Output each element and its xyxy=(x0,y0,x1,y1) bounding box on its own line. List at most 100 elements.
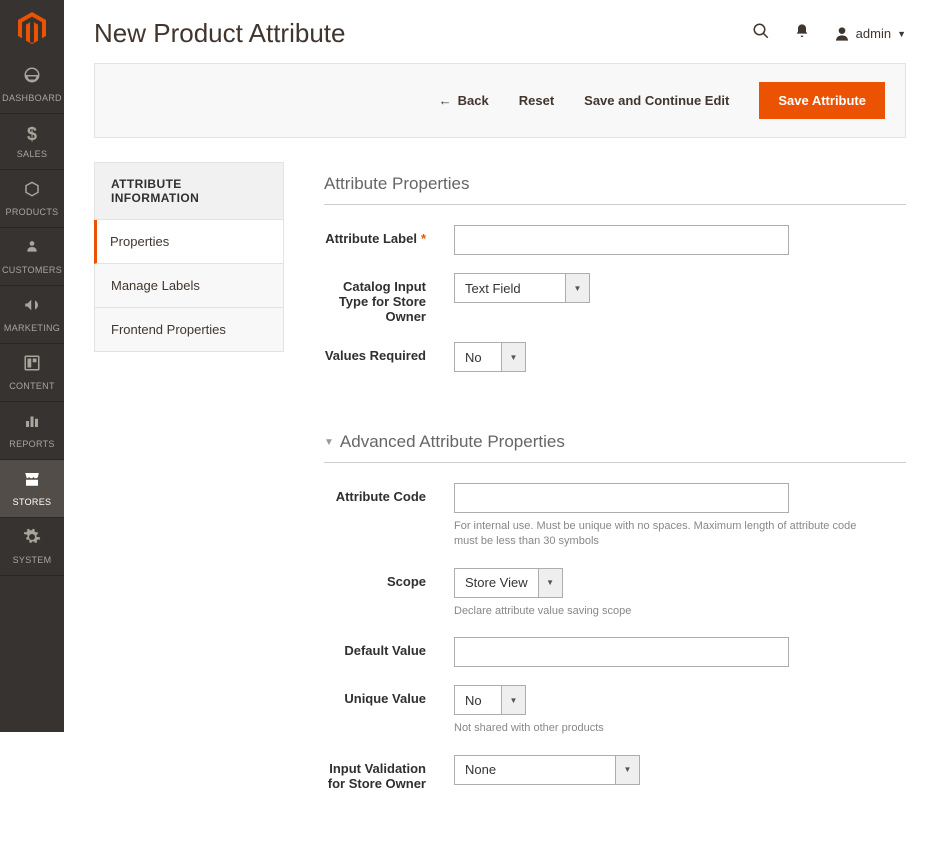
unique-value-select[interactable]: No ▼ xyxy=(454,685,526,715)
search-icon[interactable] xyxy=(752,22,770,45)
field-values-required: Values Required No ▼ xyxy=(324,342,906,372)
tab-manage-labels[interactable]: Manage Labels xyxy=(94,264,284,308)
attribute-label-input[interactable] xyxy=(454,225,789,255)
admin-sidebar: DASHBOARD $ SALES PRODUCTS CUSTOMERS MAR… xyxy=(0,0,64,732)
field-attribute-label: Attribute Label* xyxy=(324,225,906,255)
nav-sales[interactable]: $ SALES xyxy=(0,114,64,170)
arrow-left-icon: ← xyxy=(439,93,452,108)
tab-properties[interactable]: Properties xyxy=(94,220,284,264)
field-label: Unique Value xyxy=(324,685,454,706)
field-input-validation: Input Validation for Store Owner None ▼ xyxy=(324,755,906,791)
chevron-down-icon: ▼ xyxy=(615,756,639,784)
nav-label: PRODUCTS xyxy=(6,207,59,217)
action-toolbar: ← Back Reset Save and Continue Edit Save… xyxy=(94,63,906,138)
nav-stores[interactable]: STORES xyxy=(0,460,64,518)
field-note: Not shared with other products xyxy=(454,721,874,736)
field-label: Attribute Code xyxy=(324,483,454,504)
notifications-icon[interactable] xyxy=(794,23,810,44)
field-control xyxy=(454,225,874,255)
content-columns: ATTRIBUTE INFORMATION Properties Manage … xyxy=(64,162,936,849)
section-title-text: Advanced Attribute Properties xyxy=(340,432,565,452)
chevron-down-icon: ▼ xyxy=(501,343,525,371)
values-required-select[interactable]: No ▼ xyxy=(454,342,526,372)
products-icon xyxy=(23,180,41,203)
chevron-down-icon: ▼ xyxy=(565,274,589,302)
nav-system[interactable]: SYSTEM xyxy=(0,518,64,576)
attribute-code-input[interactable] xyxy=(454,483,789,513)
catalog-input-type-select[interactable]: Text Field ▼ xyxy=(454,273,590,303)
chevron-down-icon: ▼ xyxy=(501,686,525,714)
panel-header: ATTRIBUTE INFORMATION xyxy=(94,162,284,220)
form-area: Attribute Properties Attribute Label* Ca… xyxy=(324,162,906,809)
select-value: No xyxy=(455,343,501,371)
nav-label: CUSTOMERS xyxy=(2,265,62,275)
back-button[interactable]: ← Back xyxy=(439,93,489,108)
field-unique-value: Unique Value No ▼ Not shared with other … xyxy=(324,685,906,736)
nav-label: SALES xyxy=(17,149,48,159)
magento-logo[interactable] xyxy=(0,0,64,56)
section-title-text: Attribute Properties xyxy=(324,174,470,194)
main-content: New Product Attribute admin ▼ ← Back Res… xyxy=(64,0,936,849)
select-value: No xyxy=(455,686,501,714)
select-value: Store View xyxy=(455,569,538,597)
nav-reports[interactable]: REPORTS xyxy=(0,402,64,460)
save-continue-button[interactable]: Save and Continue Edit xyxy=(584,93,729,108)
nav-label: MARKETING xyxy=(4,323,60,333)
nav-label: SYSTEM xyxy=(13,555,52,565)
nav-label: CONTENT xyxy=(9,381,55,391)
field-label: Input Validation for Store Owner xyxy=(324,755,454,791)
admin-user-menu[interactable]: admin ▼ xyxy=(834,26,906,42)
field-attribute-code: Attribute Code For internal use. Must be… xyxy=(324,483,906,550)
select-value: None xyxy=(455,756,615,784)
nav-products[interactable]: PRODUCTS xyxy=(0,170,64,228)
field-control: Text Field ▼ xyxy=(454,273,874,303)
field-scope: Scope Store View ▼ Declare attribute val… xyxy=(324,568,906,619)
field-label: Attribute Label* xyxy=(324,225,454,246)
dashboard-icon xyxy=(23,66,41,89)
input-validation-select[interactable]: None ▼ xyxy=(454,755,640,785)
field-note: For internal use. Must be unique with no… xyxy=(454,519,874,550)
nav-customers[interactable]: CUSTOMERS xyxy=(0,228,64,286)
header-actions: admin ▼ xyxy=(752,22,906,45)
field-control: No ▼ Not shared with other products xyxy=(454,685,874,736)
back-label: Back xyxy=(458,93,489,108)
reports-icon xyxy=(23,412,41,435)
field-control: No ▼ xyxy=(454,342,874,372)
default-value-input[interactable] xyxy=(454,637,789,667)
section-attribute-properties: Attribute Properties xyxy=(324,162,906,205)
field-default-value: Default Value xyxy=(324,637,906,667)
stores-icon xyxy=(23,470,41,493)
chevron-down-icon: ▼ xyxy=(897,29,906,39)
nav-marketing[interactable]: MARKETING xyxy=(0,286,64,344)
marketing-icon xyxy=(23,296,41,319)
nav-label: DASHBOARD xyxy=(2,93,62,103)
nav-content[interactable]: CONTENT xyxy=(0,344,64,402)
page-title: New Product Attribute xyxy=(94,18,752,49)
reset-button[interactable]: Reset xyxy=(519,93,554,108)
field-note: Declare attribute value saving scope xyxy=(454,604,874,619)
save-attribute-button[interactable]: Save Attribute xyxy=(759,82,885,119)
nav-dashboard[interactable]: DASHBOARD xyxy=(0,56,64,114)
field-catalog-input-type: Catalog Input Type for Store Owner Text … xyxy=(324,273,906,324)
field-label: Catalog Input Type for Store Owner xyxy=(324,273,454,324)
section-advanced-properties[interactable]: ▼ Advanced Attribute Properties xyxy=(324,420,906,463)
tab-frontend-properties[interactable]: Frontend Properties xyxy=(94,308,284,352)
field-control xyxy=(454,637,874,667)
field-control: None ▼ xyxy=(454,755,874,785)
nav-label: STORES xyxy=(13,497,52,507)
system-icon xyxy=(23,528,41,551)
field-label: Scope xyxy=(324,568,454,589)
field-control: For internal use. Must be unique with no… xyxy=(454,483,874,550)
collapse-icon: ▼ xyxy=(324,437,334,448)
scope-select[interactable]: Store View ▼ xyxy=(454,568,563,598)
page-header: New Product Attribute admin ▼ xyxy=(64,0,936,63)
content-icon xyxy=(23,354,41,377)
select-value: Text Field xyxy=(455,274,565,302)
required-mark: * xyxy=(421,231,426,246)
attribute-info-panel: ATTRIBUTE INFORMATION Properties Manage … xyxy=(94,162,284,809)
customers-icon xyxy=(25,238,39,261)
nav-label: REPORTS xyxy=(9,439,54,449)
field-label: Default Value xyxy=(324,637,454,658)
sales-icon: $ xyxy=(27,124,37,145)
chevron-down-icon: ▼ xyxy=(538,569,562,597)
